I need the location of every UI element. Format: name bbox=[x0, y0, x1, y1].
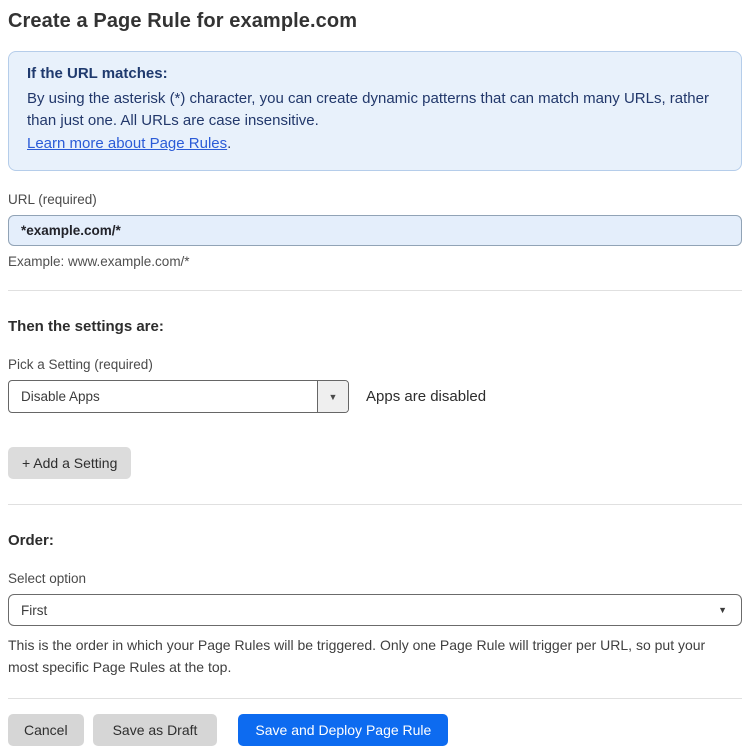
divider bbox=[8, 698, 742, 699]
settings-section-heading: Then the settings are: bbox=[8, 318, 164, 335]
info-box-body: By using the asterisk (*) character, you… bbox=[27, 90, 709, 129]
chevron-down-icon: ▼ bbox=[718, 605, 727, 615]
page-title: Create a Page Rule for example.com bbox=[8, 10, 358, 32]
learn-more-link[interactable]: Learn more about Page Rules bbox=[27, 135, 227, 152]
url-field-label: URL (required) bbox=[8, 192, 97, 207]
url-input[interactable] bbox=[8, 215, 742, 246]
footer-actions: Cancel Save as Draft Save and Deploy Pag… bbox=[8, 714, 742, 746]
url-match-info-box: If the URL matches: By using the asteris… bbox=[8, 51, 742, 171]
divider bbox=[8, 504, 742, 505]
info-link-row: Learn more about Page Rules. bbox=[27, 132, 723, 156]
setting-row: Disable Apps ▼ Apps are disabled bbox=[8, 380, 742, 413]
order-helper-text: This is the order in which your Page Rul… bbox=[8, 637, 706, 675]
order-select[interactable]: First ▼ bbox=[8, 594, 742, 626]
url-example-helper: Example: www.example.com/* bbox=[8, 254, 190, 269]
setting-status-text: Apps are disabled bbox=[366, 388, 487, 405]
add-setting-button[interactable]: + Add a Setting bbox=[8, 447, 132, 479]
order-select-value: First bbox=[21, 602, 48, 618]
cancel-button[interactable]: Cancel bbox=[8, 714, 84, 746]
info-link-period: . bbox=[227, 135, 232, 152]
order-section-heading: Order: bbox=[8, 532, 54, 549]
save-and-deploy-button[interactable]: Save and Deploy Page Rule bbox=[238, 714, 449, 746]
select-option-label: Select option bbox=[8, 571, 87, 586]
divider bbox=[8, 290, 742, 291]
save-as-draft-button[interactable]: Save as Draft bbox=[92, 714, 218, 746]
setting-select-value: Disable Apps bbox=[21, 389, 100, 404]
setting-select[interactable]: Disable Apps ▼ bbox=[8, 380, 349, 413]
info-box-heading: If the URL matches: bbox=[27, 65, 168, 82]
chevron-down-icon[interactable]: ▼ bbox=[317, 381, 348, 412]
pick-setting-label: Pick a Setting (required) bbox=[8, 357, 153, 372]
create-page-rule-form: Create a Page Rule for example.com If th… bbox=[0, 0, 750, 746]
